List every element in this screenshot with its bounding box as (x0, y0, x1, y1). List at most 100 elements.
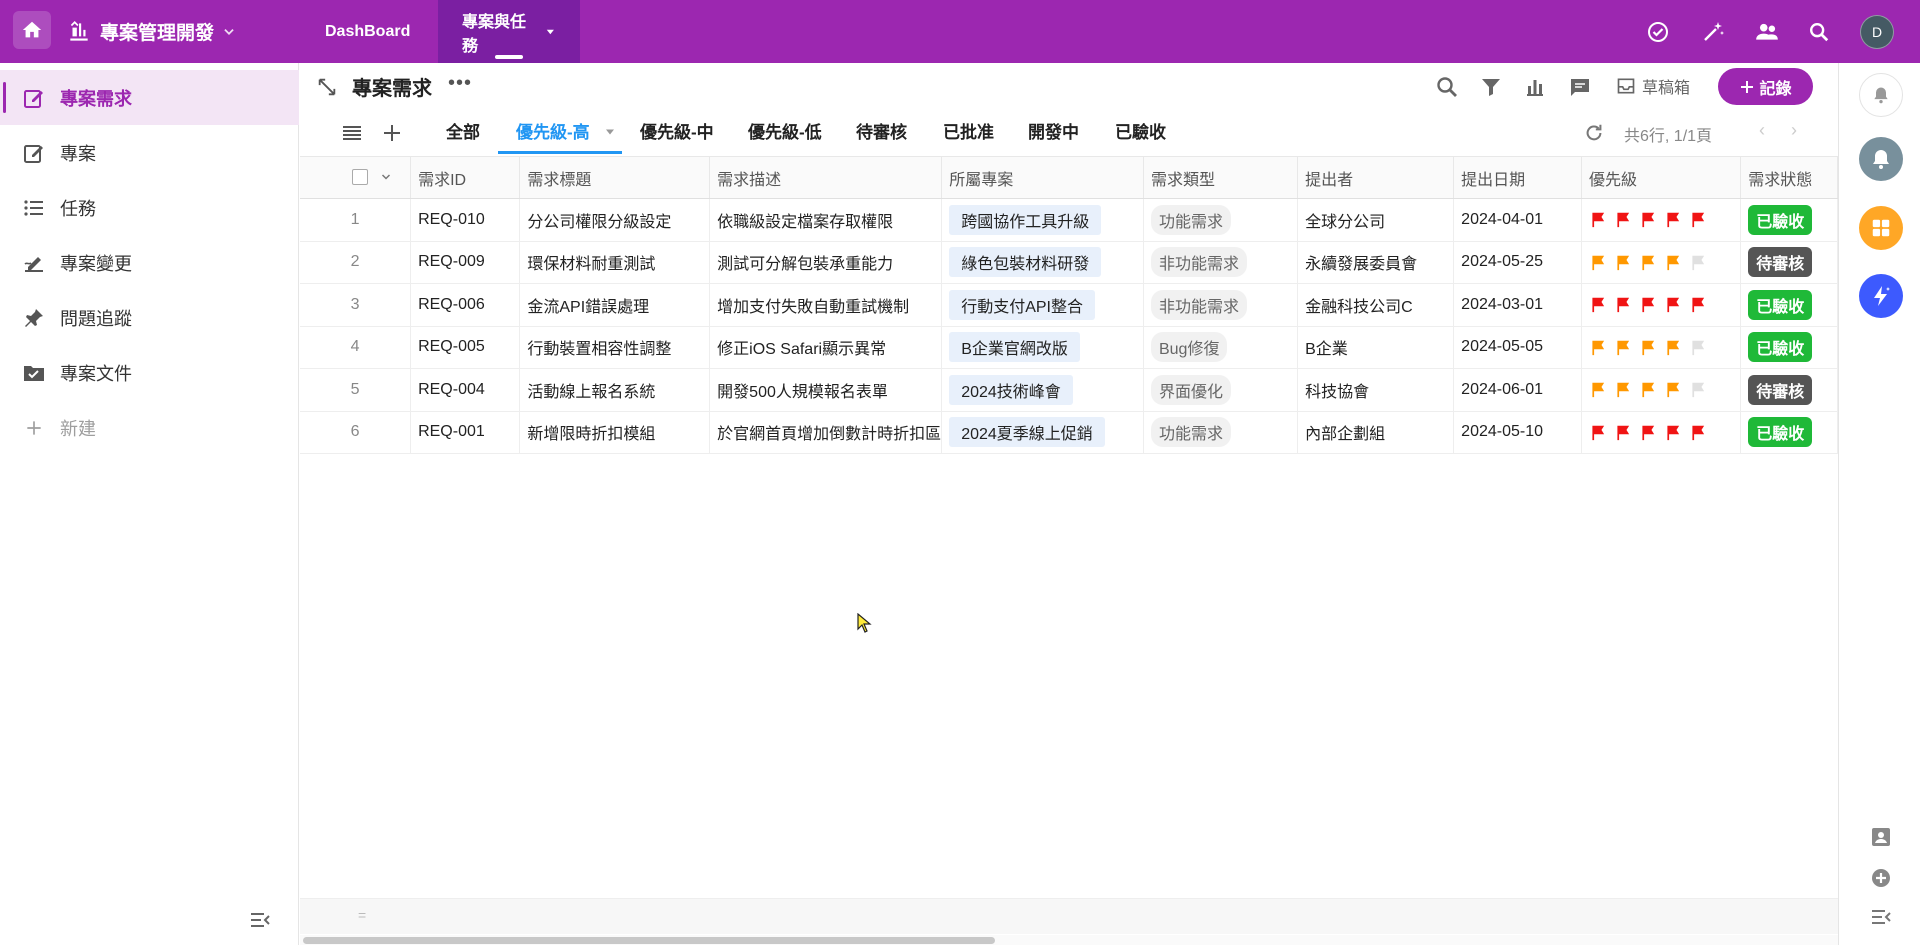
sidebar-new-button[interactable]: 新建 (0, 400, 299, 455)
table-row[interactable]: 2 REQ-009 環保材料耐重測試 測試可分解包裝承重能力 綠色包裝材料研發 非功能需求… (300, 241, 1838, 284)
cell-req-id[interactable]: REQ-009 (410, 241, 521, 284)
search-button[interactable] (1806, 19, 1832, 45)
tab-pending-review[interactable]: 待審核 (856, 118, 907, 152)
cell-type[interactable]: 非功能需求 (1143, 283, 1299, 327)
tab-projects-tasks[interactable]: 專案與任務 (438, 0, 580, 63)
refresh-icon[interactable] (1583, 122, 1605, 144)
home-button[interactable] (13, 11, 51, 49)
column-header[interactable]: 需求標題 (519, 156, 711, 199)
collapse-right-icon[interactable] (1869, 905, 1893, 929)
select-all-checkbox[interactable] (352, 169, 368, 186)
cell-description[interactable]: 測試可分解包裝承重能力 (709, 241, 943, 284)
column-header[interactable]: 提出者 (1297, 156, 1455, 199)
comment-icon[interactable] (1568, 75, 1592, 99)
cell-project[interactable]: 綠色包裝材料研發 (941, 241, 1144, 284)
cell-submitter[interactable]: B企業 (1297, 326, 1455, 369)
column-header[interactable]: 提出日期 (1453, 156, 1582, 199)
cell-type[interactable]: 非功能需求 (1143, 241, 1299, 284)
drafts-button[interactable]: 草稿箱 (1616, 72, 1690, 100)
sidebar-item-documents[interactable]: 專案文件 (0, 345, 299, 400)
cell-description[interactable]: 開發500人規模報名表單 (709, 368, 943, 412)
tab-priority-medium[interactable]: 優先級-中 (640, 118, 714, 152)
cell-project[interactable]: B企業官網改版 (941, 326, 1144, 369)
table-row[interactable]: 1 REQ-010 分公司權限分級設定 依職級設定檔案存取權限 跨國協作工具升級 功能需求… (300, 198, 1838, 242)
cell-priority[interactable] (1581, 198, 1742, 242)
bell-button[interactable] (1859, 73, 1903, 117)
cell-title[interactable]: 行動裝置相容性調整 (519, 326, 711, 369)
cell-status[interactable]: 待審核 (1740, 368, 1838, 412)
sidebar-item-requirements[interactable]: 專案需求 (0, 70, 299, 125)
tab-all[interactable]: 全部 (446, 118, 480, 152)
cell-submitter[interactable]: 全球分公司 (1297, 198, 1455, 242)
cell-priority[interactable] (1581, 241, 1742, 284)
cell-priority[interactable] (1581, 326, 1742, 369)
filter-icon[interactable] (1479, 75, 1503, 99)
cell-title[interactable]: 活動線上報名系統 (519, 368, 711, 412)
cell-status[interactable]: 已驗收 (1740, 326, 1838, 369)
prev-page-button[interactable]: ‹ (1759, 120, 1765, 141)
collapse-left-icon[interactable] (248, 908, 272, 932)
cell-status[interactable]: 已驗收 (1740, 198, 1838, 242)
cell-date[interactable]: 2024-03-01 (1453, 283, 1582, 327)
cell-project[interactable]: 跨國協作工具升級 (941, 198, 1144, 242)
table-row[interactable]: 5 REQ-004 活動線上報名系統 開發500人規模報名表單 2024技術峰會 界面優化… (300, 368, 1838, 412)
next-page-button[interactable]: › (1791, 120, 1797, 141)
cell-date[interactable]: 2024-05-10 (1453, 411, 1582, 454)
add-circle-icon[interactable] (1869, 866, 1893, 890)
cell-priority[interactable] (1581, 411, 1742, 454)
column-header[interactable]: 優先級 (1581, 156, 1742, 199)
automation-button[interactable] (1859, 274, 1903, 318)
cell-title[interactable]: 分公司權限分級設定 (519, 198, 711, 242)
tab-priority-low[interactable]: 優先級-低 (748, 118, 822, 152)
cell-req-id[interactable]: REQ-010 (410, 198, 521, 242)
scrollbar-thumb[interactable] (303, 937, 995, 944)
add-record-button[interactable]: 記錄 (1718, 68, 1813, 105)
cell-submitter[interactable]: 金融科技公司C (1297, 283, 1455, 327)
task-check-button[interactable] (1645, 19, 1671, 45)
cell-title[interactable]: 金流API錯誤處理 (519, 283, 711, 327)
expand-icon[interactable] (316, 76, 338, 98)
table-row[interactable]: 3 REQ-006 金流API錯誤處理 增加支付失敗自動重試機制 行動支付API整合 非功… (300, 283, 1838, 327)
cell-req-id[interactable]: REQ-004 (410, 368, 521, 412)
cell-submitter[interactable]: 科技協會 (1297, 368, 1455, 412)
cell-project[interactable]: 2024技術峰會 (941, 368, 1144, 412)
sidebar-item-changes[interactable]: 專案變更 (0, 235, 299, 290)
cell-date[interactable]: 2024-06-01 (1453, 368, 1582, 412)
tab-approved[interactable]: 已批准 (943, 118, 994, 152)
cell-status[interactable]: 已驗收 (1740, 411, 1838, 454)
table-row[interactable]: 4 REQ-005 行動裝置相容性調整 修正iOS Safari顯示異常 B企業官網改版… (300, 326, 1838, 369)
cell-description[interactable]: 修正iOS Safari顯示異常 (709, 326, 943, 369)
cell-title[interactable]: 環保材料耐重測試 (519, 241, 711, 284)
tab-accepted[interactable]: 已驗收 (1115, 118, 1166, 152)
cell-date[interactable]: 2024-04-01 (1453, 198, 1582, 242)
chevron-down-icon[interactable] (380, 171, 392, 183)
cell-title[interactable]: 新增限時折扣模組 (519, 411, 711, 454)
sidebar-item-issues[interactable]: 問題追蹤 (0, 290, 299, 345)
tab-in-development[interactable]: 開發中 (1028, 118, 1079, 152)
people-button[interactable] (1754, 19, 1780, 45)
cell-submitter[interactable]: 永續發展委員會 (1297, 241, 1455, 284)
cell-req-id[interactable]: REQ-005 (410, 326, 521, 369)
cell-status[interactable]: 已驗收 (1740, 283, 1838, 327)
more-button[interactable]: ••• (448, 72, 472, 95)
cell-type[interactable]: Bug修復 (1143, 326, 1299, 369)
cell-req-id[interactable]: REQ-001 (410, 411, 521, 454)
magic-button[interactable] (1700, 19, 1726, 45)
cell-date[interactable]: 2024-05-05 (1453, 326, 1582, 369)
sidebar-item-projects[interactable]: 專案 (0, 125, 299, 180)
table-row[interactable]: 6 REQ-001 新增限時折扣模組 於官網首頁增加倒數計時折扣區 2024夏季線上促銷… (300, 411, 1838, 454)
avatar[interactable]: D (1860, 15, 1894, 49)
cell-description[interactable]: 依職級設定檔案存取權限 (709, 198, 943, 242)
tab-dashboard[interactable]: DashBoard (301, 0, 434, 63)
notification-button[interactable] (1859, 137, 1903, 181)
cell-req-id[interactable]: REQ-006 (410, 283, 521, 327)
sidebar-item-tasks[interactable]: 任務 (0, 180, 299, 235)
cell-status[interactable]: 待審核 (1740, 241, 1838, 284)
cell-project[interactable]: 2024夏季線上促銷 (941, 411, 1144, 454)
column-header[interactable]: 需求類型 (1143, 156, 1299, 199)
add-view-icon[interactable] (380, 121, 404, 145)
column-header[interactable]: 需求狀態 (1740, 156, 1838, 199)
cell-submitter[interactable]: 內部企劃組 (1297, 411, 1455, 454)
chart-icon[interactable] (1523, 75, 1547, 99)
cell-description[interactable]: 於官網首頁增加倒數計時折扣區 (709, 411, 943, 454)
